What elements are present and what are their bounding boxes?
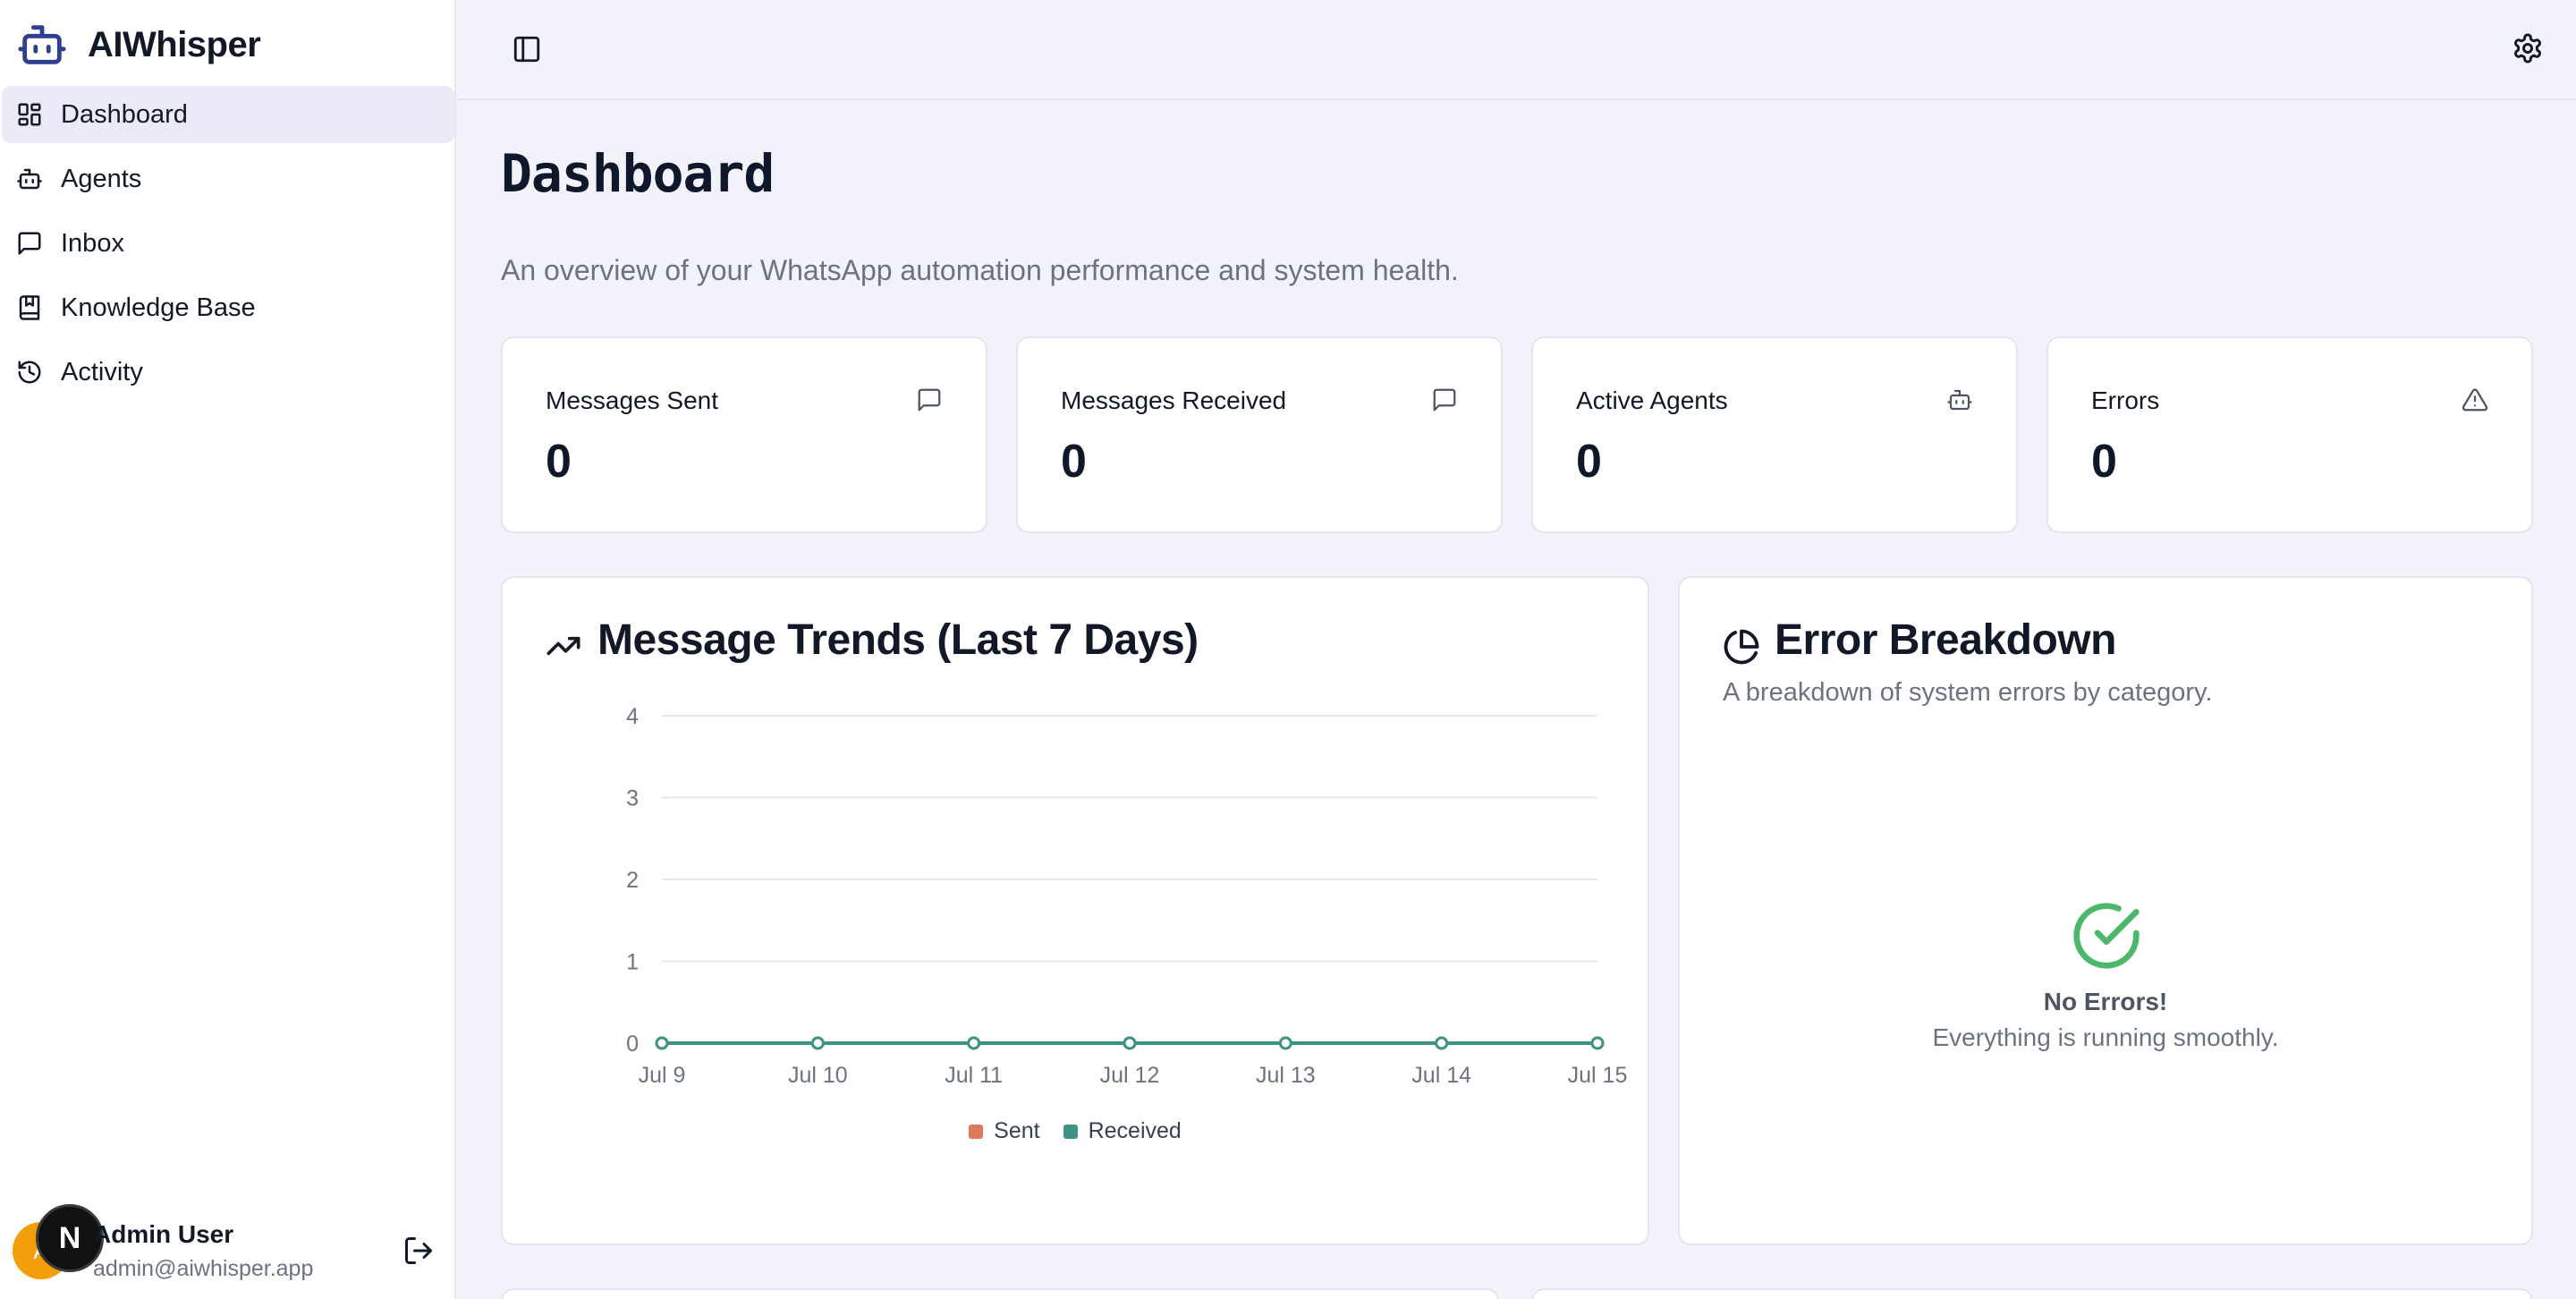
data-point-received bbox=[967, 1036, 981, 1050]
sidebar-item-knowledge-base[interactable]: Knowledge Base bbox=[2, 279, 454, 336]
data-point-received bbox=[1278, 1036, 1292, 1050]
y-tick-label: 0 bbox=[626, 1032, 639, 1057]
legend-item-sent[interactable]: Sent bbox=[969, 1118, 1040, 1144]
sidebar-item-label: Dashboard bbox=[61, 99, 188, 129]
message-trends-chart: 0 1 2 3 4 Jul 9 Jul 10 Jul 11 Jul 12 Jul 13 Jul 14… bbox=[626, 704, 1628, 1088]
sidebar-toggle-icon[interactable] bbox=[512, 34, 542, 64]
sidebar-item-inbox[interactable]: Inbox bbox=[2, 215, 454, 272]
pie-chart-icon bbox=[1723, 628, 1760, 666]
x-tick-label: Jul 12 bbox=[1100, 1063, 1160, 1088]
legend-label: Received bbox=[1088, 1118, 1182, 1143]
stat-value: 0 bbox=[1576, 436, 1602, 488]
sidebar-item-label: Inbox bbox=[61, 228, 124, 258]
error-breakdown-title: Error Breakdown bbox=[1775, 616, 2116, 664]
sidebar-item-label: Activity bbox=[61, 357, 143, 386]
sidebar-nav: Dashboard Agents Inbox Knowledge Base Ac… bbox=[0, 86, 456, 408]
legend-item-received[interactable]: Received bbox=[1063, 1118, 1182, 1144]
x-tick-label: Jul 15 bbox=[1568, 1063, 1628, 1088]
stat-card-active-agents: Active Agents 0 bbox=[1531, 336, 2018, 533]
x-tick-label: Jul 13 bbox=[1256, 1063, 1316, 1088]
x-tick-label: Jul 10 bbox=[788, 1063, 848, 1088]
logout-icon[interactable] bbox=[402, 1235, 435, 1267]
no-errors-text: Everything is running smoothly. bbox=[1932, 1023, 2279, 1051]
legend-label: Sent bbox=[994, 1118, 1040, 1143]
sidebar-item-label: Knowledge Base bbox=[61, 293, 256, 322]
stat-label: Errors bbox=[2091, 386, 2160, 414]
book-icon bbox=[16, 294, 43, 321]
stat-label: Active Agents bbox=[1576, 386, 1728, 414]
sidebar: AIWhisper Dashboard Agents Inbox Knowled… bbox=[0, 0, 456, 1299]
page-subtitle: An overview of your WhatsApp automation … bbox=[501, 254, 1459, 286]
message-square-icon bbox=[916, 386, 943, 413]
user-name: Admin User bbox=[93, 1220, 234, 1248]
error-breakdown-subtitle: A breakdown of system errors by category… bbox=[1723, 678, 2213, 707]
bot-logo-icon bbox=[16, 19, 68, 71]
stat-value: 0 bbox=[2091, 436, 2117, 488]
brand[interactable]: AIWhisper bbox=[16, 18, 261, 72]
user-profile: A N Admin User admin@aiwhisper.app bbox=[13, 1204, 442, 1283]
bottom-card-right bbox=[1531, 1288, 2533, 1299]
x-tick-label: Jul 11 bbox=[945, 1063, 1003, 1088]
y-tick-label: 1 bbox=[626, 950, 639, 975]
stat-card-errors: Errors 0 bbox=[2046, 336, 2533, 533]
legend-swatch-sent bbox=[969, 1124, 984, 1139]
data-point-received bbox=[1435, 1036, 1449, 1050]
message-trends-card: Message Trends (Last 7 Days) 0 1 2 3 4 Jul 9J… bbox=[501, 576, 1649, 1245]
stat-card-messages-received: Messages Received 0 bbox=[1016, 336, 1503, 533]
data-point-received bbox=[810, 1036, 825, 1050]
y-tick-label: 3 bbox=[626, 786, 639, 811]
layout-dashboard-icon bbox=[16, 101, 43, 128]
message-square-icon bbox=[1431, 386, 1458, 413]
bottom-card-left bbox=[501, 1288, 1499, 1299]
sidebar-item-activity[interactable]: Activity bbox=[2, 344, 454, 401]
no-errors-title: No Errors! bbox=[2043, 988, 2168, 1015]
stat-value: 0 bbox=[1061, 436, 1087, 488]
gear-icon[interactable] bbox=[2512, 32, 2544, 64]
top-bar bbox=[458, 0, 2576, 100]
bot-icon bbox=[1946, 386, 1973, 413]
stat-label: Messages Received bbox=[1061, 386, 1287, 414]
y-tick-label: 4 bbox=[626, 704, 639, 729]
error-breakdown-card: Error Breakdown A breakdown of system er… bbox=[1678, 576, 2533, 1245]
data-point-received bbox=[655, 1036, 669, 1050]
sidebar-item-label: Agents bbox=[61, 164, 142, 193]
history-icon bbox=[16, 359, 43, 386]
data-point-received bbox=[1590, 1036, 1605, 1050]
check-circle-icon bbox=[2071, 900, 2142, 972]
data-point-received bbox=[1123, 1036, 1137, 1050]
app-name: AIWhisper bbox=[88, 24, 261, 64]
page-title: Dashboard bbox=[501, 143, 775, 204]
legend-swatch-received bbox=[1063, 1124, 1078, 1139]
message-square-icon bbox=[16, 230, 43, 257]
alert-triangle-icon bbox=[2462, 386, 2488, 413]
y-tick-label: 2 bbox=[626, 868, 639, 893]
stat-card-messages-sent: Messages Sent 0 bbox=[501, 336, 987, 533]
bot-icon bbox=[16, 166, 43, 192]
sidebar-item-agents[interactable]: Agents bbox=[2, 150, 454, 208]
x-tick-label: Jul 9 bbox=[639, 1063, 686, 1088]
x-tick-label: Jul 14 bbox=[1411, 1063, 1471, 1088]
stat-label: Messages Sent bbox=[546, 386, 718, 414]
chart-legend: Sent Received bbox=[503, 1118, 1648, 1144]
user-email: admin@aiwhisper.app bbox=[93, 1256, 314, 1281]
sidebar-item-dashboard[interactable]: Dashboard bbox=[2, 86, 454, 143]
stat-value: 0 bbox=[546, 436, 572, 488]
